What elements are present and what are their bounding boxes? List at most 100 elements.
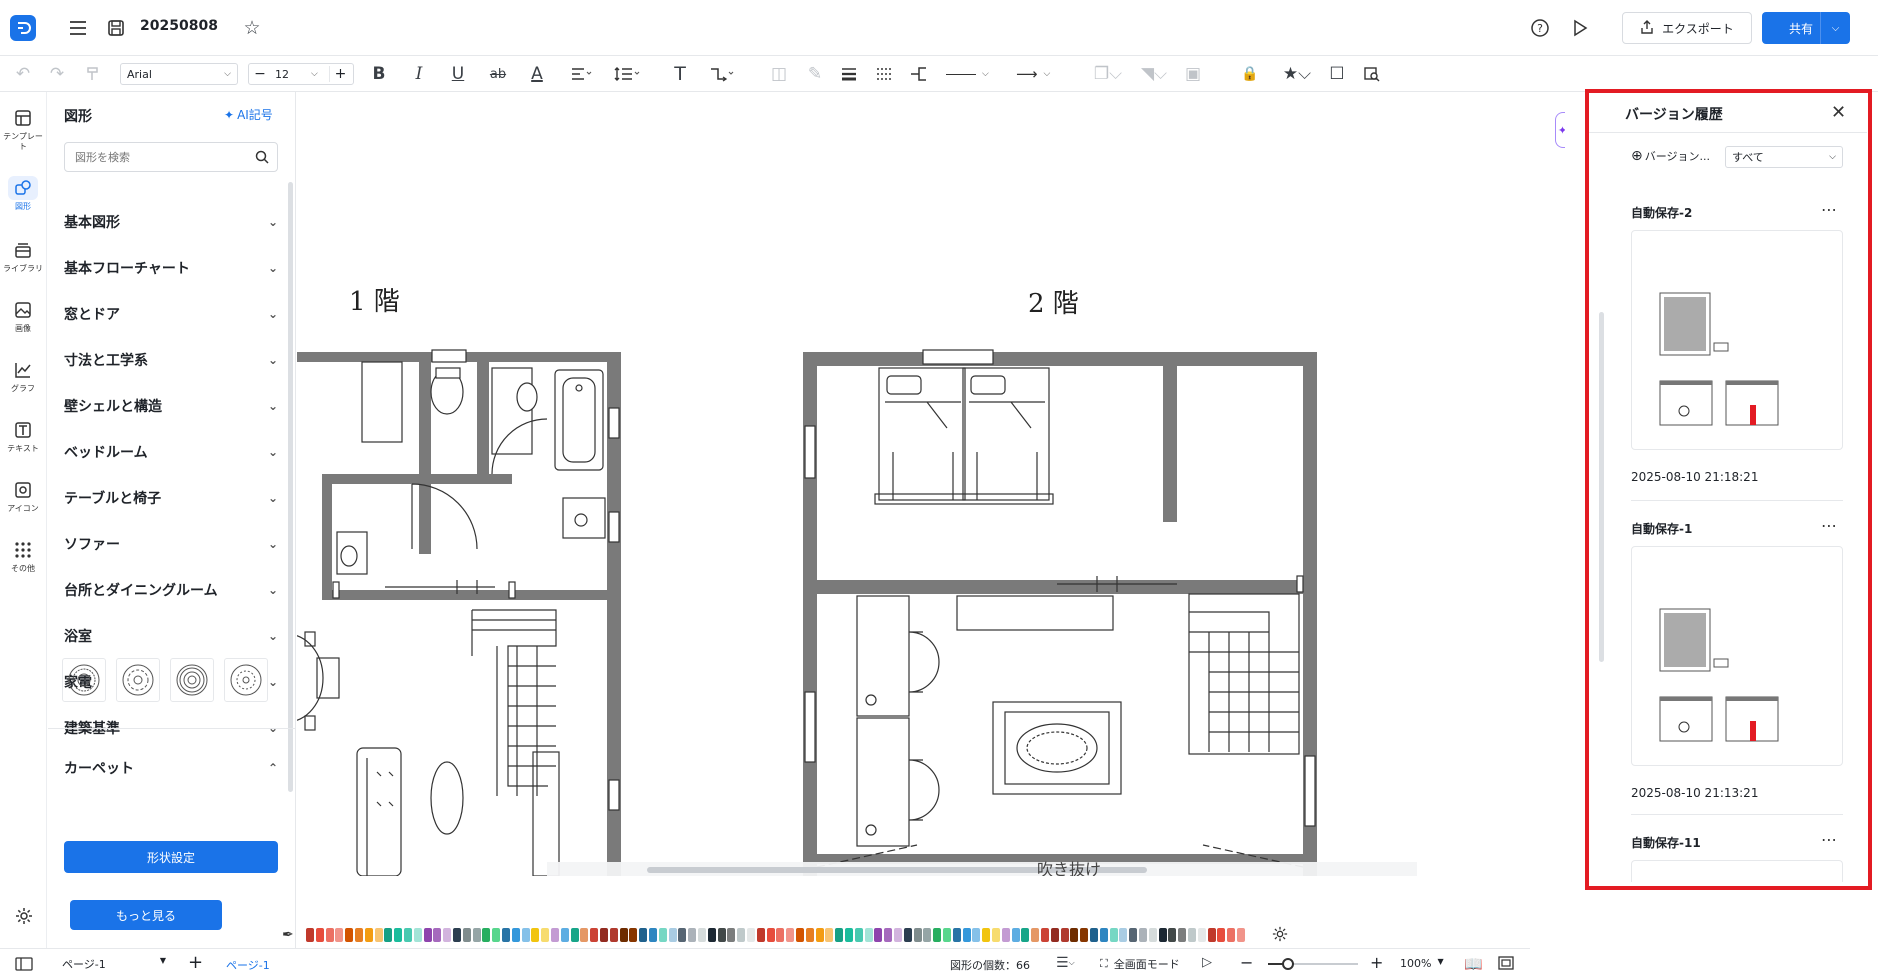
rail-item-templates[interactable]: テンプレート bbox=[0, 106, 46, 162]
color-swatch[interactable] bbox=[531, 928, 540, 942]
color-swatch[interactable] bbox=[1217, 928, 1226, 942]
color-swatch[interactable] bbox=[943, 928, 951, 942]
color-swatch[interactable] bbox=[796, 928, 804, 942]
category-row[interactable]: カーペット ⌃ bbox=[64, 750, 278, 786]
color-swatch[interactable] bbox=[815, 928, 824, 942]
category-row[interactable]: 台所とダイニングルーム ⌄ bbox=[64, 572, 278, 608]
color-swatch[interactable] bbox=[1119, 928, 1128, 942]
color-swatch[interactable] bbox=[629, 928, 638, 942]
color-swatch[interactable] bbox=[913, 928, 922, 942]
lock-icon[interactable]: 🔒 bbox=[1234, 56, 1266, 92]
version-name[interactable]: 自動保存-1 bbox=[1631, 520, 1692, 537]
more-button[interactable]: もっと見る bbox=[70, 900, 222, 930]
align-icon[interactable] bbox=[566, 56, 598, 92]
color-swatch[interactable] bbox=[325, 928, 334, 942]
color-swatch[interactable] bbox=[1109, 928, 1118, 942]
fill-icon[interactable]: ◫ bbox=[768, 56, 790, 92]
connector-style-icon[interactable] bbox=[908, 56, 930, 92]
version-thumbnail[interactable] bbox=[1631, 230, 1843, 450]
color-swatch[interactable] bbox=[658, 928, 667, 942]
color-swatch[interactable] bbox=[707, 928, 716, 942]
menu-icon[interactable] bbox=[66, 16, 90, 40]
color-swatch[interactable] bbox=[472, 928, 481, 942]
color-swatch[interactable] bbox=[766, 928, 775, 942]
color-swatch[interactable] bbox=[443, 928, 452, 942]
carpet-shape-4[interactable] bbox=[224, 658, 268, 702]
ai-assistant-button[interactable]: ✦ bbox=[1555, 112, 1565, 148]
line-weight-icon[interactable] bbox=[838, 56, 860, 92]
rail-item-text[interactable]: テキスト bbox=[0, 418, 46, 474]
color-swatch[interactable] bbox=[864, 928, 873, 942]
color-swatch[interactable] bbox=[600, 928, 608, 942]
color-swatch[interactable] bbox=[982, 928, 991, 942]
color-swatch[interactable] bbox=[747, 928, 755, 942]
color-swatch[interactable] bbox=[404, 928, 412, 942]
color-swatch[interactable] bbox=[609, 928, 618, 942]
color-swatch[interactable] bbox=[1178, 928, 1187, 942]
category-row[interactable]: 窓とドア ⌄ bbox=[64, 296, 278, 332]
color-swatch[interactable] bbox=[972, 928, 981, 942]
category-row[interactable]: ベッドルーム ⌄ bbox=[64, 434, 278, 470]
zoom-slider[interactable] bbox=[1268, 958, 1358, 970]
color-swatch[interactable] bbox=[1168, 928, 1177, 942]
rail-item-more[interactable]: その他 bbox=[0, 538, 46, 594]
app-logo-icon[interactable] bbox=[10, 15, 36, 41]
palette-picker-icon[interactable]: ✒ bbox=[282, 927, 294, 943]
color-swatch[interactable] bbox=[551, 928, 559, 942]
color-swatch[interactable] bbox=[678, 928, 687, 942]
close-icon[interactable]: ✕ bbox=[1831, 102, 1846, 123]
color-swatch[interactable] bbox=[845, 928, 853, 942]
font-color-icon[interactable]: A bbox=[526, 56, 548, 92]
connector-icon[interactable] bbox=[705, 56, 739, 92]
font-size-decrease-button[interactable]: − bbox=[249, 66, 271, 82]
version-thumbnail[interactable] bbox=[1631, 546, 1843, 766]
color-swatch[interactable] bbox=[825, 928, 834, 942]
find-replace-icon[interactable] bbox=[1361, 56, 1383, 92]
color-swatch[interactable] bbox=[1207, 928, 1216, 942]
layers-icon[interactable]: ☰ ⌵ bbox=[1056, 955, 1075, 971]
color-swatch[interactable] bbox=[394, 928, 403, 942]
color-swatch[interactable] bbox=[698, 928, 706, 942]
color-swatch[interactable] bbox=[1188, 928, 1196, 942]
color-swatch[interactable] bbox=[923, 928, 932, 942]
category-row[interactable]: 壁シェルと構造 ⌄ bbox=[64, 388, 278, 424]
underline-icon[interactable]: U bbox=[447, 56, 469, 92]
color-swatch[interactable] bbox=[511, 928, 520, 942]
add-page-button[interactable]: + bbox=[188, 952, 203, 973]
rail-item-charts[interactable]: グラフ bbox=[0, 358, 46, 414]
color-swatch[interactable] bbox=[737, 928, 746, 942]
version-more-icon[interactable]: ⋯ bbox=[1821, 200, 1837, 219]
category-row[interactable]: 基本フローチャート ⌄ bbox=[64, 250, 278, 286]
color-swatch[interactable] bbox=[1129, 928, 1138, 942]
category-row[interactable]: 基本図形 ⌄ bbox=[64, 204, 278, 240]
color-swatch[interactable] bbox=[805, 928, 814, 942]
color-swatch[interactable] bbox=[776, 928, 785, 942]
carpet-shape-1[interactable] bbox=[62, 658, 106, 702]
color-swatch[interactable] bbox=[345, 928, 354, 942]
color-swatch[interactable] bbox=[1021, 928, 1030, 942]
color-swatch[interactable] bbox=[306, 928, 314, 942]
color-swatch[interactable] bbox=[756, 928, 765, 942]
doc-title[interactable]: 20250808 bbox=[140, 18, 218, 34]
rail-item-shapes[interactable]: 図形 bbox=[0, 176, 46, 232]
zoom-value[interactable]: 100% ▼ bbox=[1400, 957, 1444, 970]
shape-search-input[interactable] bbox=[65, 143, 245, 171]
help-icon[interactable]: ? bbox=[1528, 16, 1552, 40]
fit-screen-icon[interactable] bbox=[1498, 955, 1514, 971]
color-swatch[interactable] bbox=[962, 928, 971, 942]
page-tab[interactable]: ページ-1 bbox=[226, 957, 270, 973]
color-swatch[interactable] bbox=[560, 928, 569, 942]
color-swatch[interactable] bbox=[423, 928, 432, 942]
flip-icon[interactable]: ◥⌵ bbox=[1138, 56, 1170, 92]
replace-shape-icon[interactable]: ☐ bbox=[1326, 56, 1348, 92]
color-swatch[interactable] bbox=[894, 928, 902, 942]
fullscreen-button[interactable]: ⛶ 全画面モード bbox=[1100, 956, 1180, 972]
color-swatch[interactable] bbox=[1041, 928, 1049, 942]
bold-icon[interactable]: B bbox=[368, 56, 390, 92]
rail-item-images[interactable]: 画像 bbox=[0, 298, 46, 354]
color-swatch[interactable] bbox=[1080, 928, 1089, 942]
color-swatch[interactable] bbox=[492, 928, 501, 942]
color-swatch[interactable] bbox=[717, 928, 726, 942]
color-swatch[interactable] bbox=[727, 928, 736, 942]
add-version-button[interactable]: ⊕ バージョン... bbox=[1631, 148, 1710, 164]
